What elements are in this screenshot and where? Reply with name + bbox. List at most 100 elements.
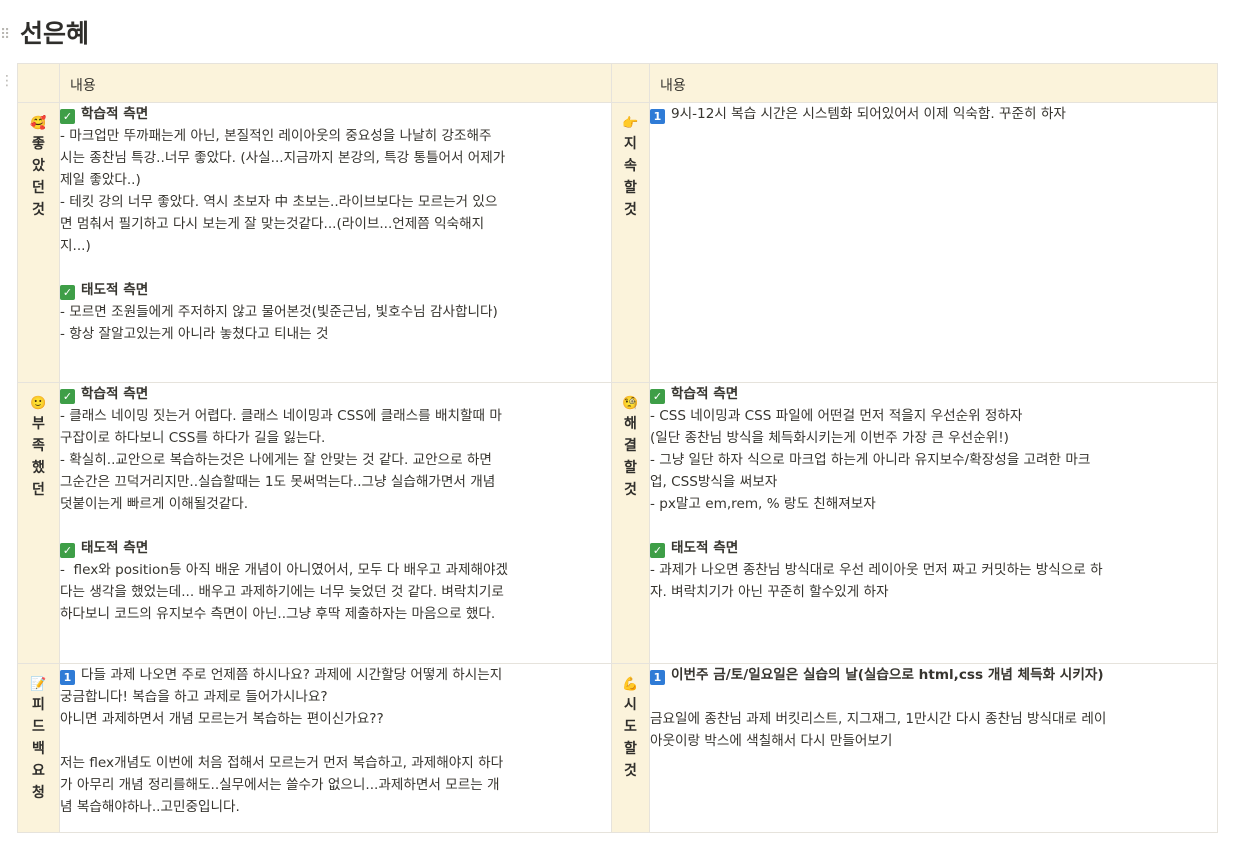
check-mark-icon: ✓ — [60, 285, 75, 300]
content-cell-right[interactable]: ✓ 학습적 측면 - CSS 네이밍과 CSS 파일에 어떤걸 먼저 적을지 우선순… — [649, 382, 1218, 664]
keycap-number-icon: 1 — [60, 670, 75, 685]
text-line: 지...) — [60, 235, 611, 257]
text-line: 다는 생각을 했었는데... 배우고 과제하기에는 너무 늦었던 것 같다. 벼… — [60, 581, 611, 603]
title-drag-handle[interactable]: ⠿ — [0, 26, 10, 43]
text-line: 구잡이로 하다보니 CSS를 하다가 길을 잃는다. — [60, 427, 611, 449]
row-label-char: 요 — [32, 763, 45, 779]
row-label-char: 피 — [32, 697, 45, 713]
text-line: 가 아무리 개념 정리를해도..실무에서는 쓸수가 없으니...과제하면서 모르… — [60, 774, 611, 796]
row-label-char: 청 — [32, 785, 45, 801]
text-line: - 그냥 일단 하자 식으로 마크업 하는게 아니라 유지보수/확장성을 고려한… — [650, 449, 1217, 471]
text-line: 그순간은 끄덕거리지만..실습할때는 1도 못써먹는다..그냥 실습해가면서 개… — [60, 471, 611, 493]
row-label-char: 백 — [32, 741, 45, 757]
row-emoji-icon: 🙂 — [30, 395, 47, 410]
line-text: - flex와 position등 아직 배운 개념이 아니였어서, 모두 다 … — [60, 562, 508, 578]
line-text: 이번주 금/토/일요일은 실습의 날(실습으로 html,css 개념 체득화 … — [671, 667, 1104, 683]
line-text: 구잡이로 하다보니 CSS를 하다가 길을 잃는다. — [60, 430, 326, 446]
table-row: 📝 피 드 백 요 청 1 다들 과제 나오면 주로 언제쯤 하시나요? 과제에 시간할당 어… — [17, 663, 1218, 833]
text-line: - 과제가 나오면 종찬님 방식대로 우선 레이아웃 먼저 짜고 커밋하는 방식… — [650, 559, 1217, 581]
line-text: 자. 벼락치기가 아닌 꾸준히 할수있게 하자 — [650, 584, 889, 600]
line-text: - 그냥 일단 하자 식으로 마크업 하는게 아니라 유지보수/확장성을 고려한… — [650, 452, 1091, 468]
table-drag-handle[interactable]: ⋮ — [0, 72, 14, 89]
section-heading: ✓ 태도적 측면 — [650, 537, 1217, 559]
text-line: 제일 좋았다..) — [60, 169, 611, 191]
line-text: 다들 과제 나오면 주로 언제쯤 하시나요? 과제에 시간할당 어떻게 하시는지 — [81, 667, 503, 683]
check-mark-icon: ✓ — [60, 543, 75, 558]
line-text: 궁금합니다! 복습을 하고 과제로 들어가시나요? — [60, 689, 328, 705]
content-cell-left[interactable]: ✓ 학습적 측면 - 마크업만 뚜까패는게 아닌, 본질적인 레이아웃의 중요성을 … — [59, 102, 612, 383]
row-label-char: 부 — [32, 416, 45, 432]
text-line: (일단 종찬님 방식을 체득화시키는게 이번주 가장 큰 우선순위!) — [650, 427, 1217, 449]
text-line: 하다보니 코드의 유지보수 측면이 아닌..그냥 후딱 제출하자는 마음으로 했… — [60, 603, 611, 625]
line-text: - 마크업만 뚜까패는게 아닌, 본질적인 레이아웃의 중요성을 나날히 강조해… — [60, 128, 492, 144]
check-mark-icon: ✓ — [650, 543, 665, 558]
row-label-cell-left[interactable]: 🥰 좋 았 던 것 — [17, 102, 60, 383]
row-label-cell-left[interactable]: 📝 피 드 백 요 청 — [17, 663, 60, 833]
row-emoji-icon: 🥰 — [30, 115, 47, 130]
line-text: 면 멈춰서 필기하고 다시 보는게 잘 맞는것같다...(라이브...언제쯤 익… — [60, 216, 485, 232]
section-heading: 1 이번주 금/토/일요일은 실습의 날(실습으로 html,css 개념 체득화… — [650, 664, 1217, 686]
line-text: - 항상 잘알고있는게 아니라 놓쳤다고 티내는 것 — [60, 326, 329, 342]
line-text: - 테킷 강의 너무 좋았다. 역시 초보자 中 초보는..라이브보다는 모르는… — [60, 194, 498, 210]
line-text: - 모르면 조원들에게 주저하지 않고 물어본것(빛준근님, 빛호수님 감사합니… — [60, 304, 498, 320]
line-text: 시는 종찬님 특강..너무 좋았다. (사실...지금까지 본강의, 특강 통틀… — [60, 150, 506, 166]
line-text: 학습적 측면 — [671, 386, 739, 402]
line-text: - 과제가 나오면 종찬님 방식대로 우선 레이아웃 먼저 짜고 커밋하는 방식… — [650, 562, 1103, 578]
row-label-char: 것 — [624, 482, 637, 498]
section-heading: ✓ 학습적 측면 — [60, 103, 611, 125]
header-cell-empty-left[interactable] — [17, 63, 60, 103]
text-line: 업, CSS방식을 써보자 — [650, 471, 1217, 493]
text-line: 금요일에 종찬님 과제 버킷리스트, 지그재그, 1만시간 다시 종찬님 방식대… — [650, 708, 1217, 730]
line-text: 그순간은 끄덕거리지만..실습할때는 1도 못써먹는다..그냥 실습해가면서 개… — [60, 474, 496, 490]
row-emoji-icon: 💪 — [622, 676, 639, 691]
row-label-cell-right[interactable]: 🧐 해 결 할 것 — [611, 382, 650, 664]
section-heading: ✓ 태도적 측면 — [60, 537, 611, 559]
row-label-cell-right[interactable]: 👉 지 속 할 것 — [611, 102, 650, 383]
row-label-char: 드 — [32, 719, 45, 735]
text-line: 아웃이랑 박스에 색칠해서 다시 만들어보기 — [650, 730, 1217, 752]
line-text: 아니면 과제하면서 개념 모르는거 복습하는 편이신가요?? — [60, 711, 384, 727]
row-label-char: 속 — [624, 158, 637, 174]
row-label-cell-left[interactable]: 🙂 부 족 했 던 — [17, 382, 60, 664]
table-row: 🥰 좋 았 던 것 ✓ 학습적 측면 - 마크업만 뚜까패는게 아닌, 본질적인 레이아웃의 … — [17, 102, 1218, 383]
line-text: 저는 flex개념도 이번에 처음 접해서 모르는거 먼저 복습하고, 과제해야… — [60, 755, 504, 771]
table-header-row: 내용 내용 — [17, 63, 1218, 103]
row-label-char: 지 — [624, 136, 637, 152]
check-mark-icon: ✓ — [60, 109, 75, 124]
text-line: - CSS 네이밍과 CSS 파일에 어떤걸 먼저 적을지 우선순위 정하자 — [650, 405, 1217, 427]
row-label-char: 결 — [624, 438, 637, 454]
row-label-char: 았 — [32, 158, 45, 174]
header-cell-empty-right[interactable] — [611, 63, 650, 103]
header-cell-content-left[interactable]: 내용 — [59, 63, 612, 103]
row-label-char: 것 — [32, 202, 45, 218]
line-text: 업, CSS방식을 써보자 — [650, 474, 778, 490]
content-cell-right[interactable]: 1 9시-12시 복습 시간은 시스템화 되어있어서 이제 익숙함. 꾸준히 하자 — [649, 102, 1218, 383]
retrospective-table: 내용 내용 🥰 좋 았 던 것 ✓ 학습적 측면 - 마크업만 뚜까패는게 아닌, 본질적인 … — [17, 63, 1218, 833]
row-label-char: 도 — [624, 719, 637, 735]
text-line: 자. 벼락치기가 아닌 꾸준히 할수있게 하자 — [650, 581, 1217, 603]
line-text: 념 복습해야하나..고민중입니다. — [60, 799, 240, 815]
text-line: - 확실히..교안으로 복습하는것은 나에게는 잘 안맞는 것 같다. 교안으로… — [60, 449, 611, 471]
line-text: 9시-12시 복습 시간은 시스템화 되어있어서 이제 익숙함. 꾸준히 하자 — [671, 106, 1066, 122]
keycap-number-icon: 1 — [650, 670, 665, 685]
content-cell-right[interactable]: 1 이번주 금/토/일요일은 실습의 날(실습으로 html,css 개념 체득화… — [649, 663, 1218, 833]
row-label-cell-right[interactable]: 💪 시 도 할 것 — [611, 663, 650, 833]
line-text: 학습적 측면 — [81, 386, 149, 402]
header-cell-content-right[interactable]: 내용 — [649, 63, 1218, 103]
row-emoji-icon: 👉 — [622, 115, 639, 130]
text-line: - px말고 em,rem, % 랑도 친해져보자 — [650, 493, 1217, 515]
row-label-char: 것 — [624, 763, 637, 779]
line-text: 하다보니 코드의 유지보수 측면이 아닌..그냥 후딱 제출하자는 마음으로 했… — [60, 606, 496, 622]
text-line: 저는 flex개념도 이번에 처음 접해서 모르는거 먼저 복습하고, 과제해야… — [60, 752, 611, 774]
content-cell-left[interactable]: ✓ 학습적 측면 - 클래스 네이밍 짓는거 어렵다. 클래스 네이밍과 CSS에 … — [59, 382, 612, 664]
row-emoji-icon: 📝 — [30, 676, 47, 691]
text-line: 덧붙이는게 빠르게 이해될것같다. — [60, 493, 611, 515]
row-label-char: 시 — [624, 697, 637, 713]
line-text: 아웃이랑 박스에 색칠해서 다시 만들어보기 — [650, 733, 893, 749]
row-label-char: 해 — [624, 416, 637, 432]
line-text: 지...) — [60, 238, 91, 254]
content-cell-left[interactable]: 1 다들 과제 나오면 주로 언제쯤 하시나요? 과제에 시간할당 어떻게 하시는… — [59, 663, 612, 833]
